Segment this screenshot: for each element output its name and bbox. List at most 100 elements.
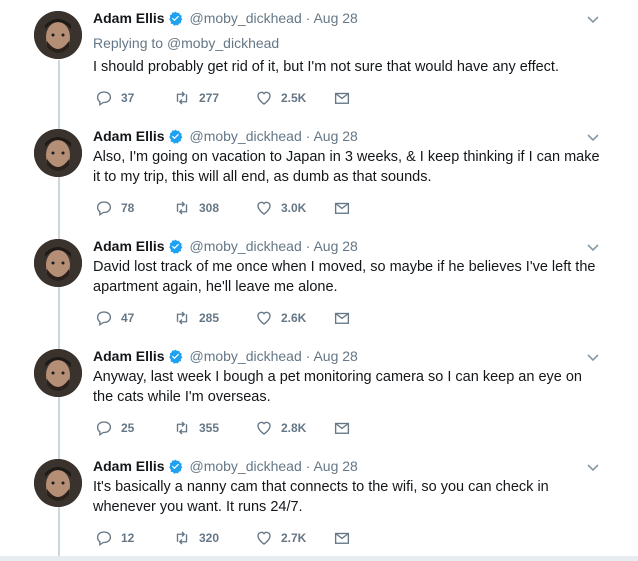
author-handle[interactable]: @moby_dickhead: [189, 128, 301, 144]
tweet-header: Adam Ellis @moby_dickhead · Aug 28: [93, 347, 358, 365]
tweet-timestamp[interactable]: Aug 28: [313, 10, 357, 26]
tweet-actions: 47 285 2.6K: [95, 309, 365, 327]
tweet-timestamp[interactable]: Aug 28: [313, 128, 357, 144]
avatar[interactable]: [34, 459, 82, 507]
author-handle[interactable]: @moby_dickhead: [189, 238, 301, 254]
retweet-count: 277: [199, 91, 220, 105]
reply-count: 78: [121, 201, 135, 215]
reply-button[interactable]: 37: [95, 89, 134, 107]
separator: ·: [305, 10, 311, 26]
tweet[interactable]: Adam Ellis @moby_dickhead · Aug 28 Reply…: [0, 0, 638, 110]
avatar[interactable]: [34, 239, 82, 287]
chevron-down-icon[interactable]: [585, 459, 601, 475]
retweet-button[interactable]: 308: [173, 199, 219, 217]
replying-to-handle[interactable]: @moby_dickhead: [167, 35, 279, 51]
like-button[interactable]: 3.0K: [255, 199, 306, 217]
like-count: 2.8K: [281, 421, 307, 435]
reply-button[interactable]: 25: [95, 419, 134, 437]
retweet-button[interactable]: 285: [173, 309, 219, 327]
tweet-header: Adam Ellis @moby_dickhead · Aug 28: [93, 457, 358, 475]
heart-icon: [257, 91, 271, 105]
tweet[interactable]: Adam Ellis @moby_dickhead · Aug 28 Anywa…: [0, 338, 638, 448]
like-count: 2.5K: [281, 91, 307, 105]
separator: ·: [305, 458, 311, 474]
tweet-actions: 37 277 2.5K: [95, 89, 365, 107]
separator: ·: [305, 128, 311, 144]
verified-badge-icon: [168, 349, 182, 364]
chevron-down-icon[interactable]: [585, 239, 601, 255]
retweet-count: 308: [199, 201, 220, 215]
tweet-text: David lost track of me once when I moved…: [93, 259, 596, 295]
reply-button[interactable]: 47: [95, 309, 134, 327]
like-button[interactable]: 2.5K: [255, 89, 306, 107]
retweet-icon: [176, 311, 188, 325]
direct-message-button[interactable]: [333, 309, 351, 327]
author-name[interactable]: Adam Ellis: [93, 10, 165, 26]
avatar[interactable]: [34, 349, 82, 397]
tweet-actions: 25 355 2.8K: [95, 419, 365, 437]
reply-button[interactable]: 78: [95, 199, 134, 217]
tweet-text: It's basically a nanny cam that connects…: [93, 479, 549, 515]
like-button[interactable]: 2.6K: [255, 309, 306, 327]
like-count: 3.0K: [281, 201, 307, 215]
like-count: 2.6K: [281, 311, 307, 325]
tweet-actions: 12 320 2.7K: [95, 529, 365, 547]
retweet-icon: [176, 421, 188, 435]
envelope-icon: [334, 422, 350, 434]
tweet-timestamp[interactable]: Aug 28: [313, 348, 357, 364]
retweet-button[interactable]: 320: [173, 529, 219, 547]
tweet[interactable]: Adam Ellis @moby_dickhead · Aug 28 David…: [0, 228, 638, 338]
tweet-timestamp[interactable]: Aug 28: [313, 238, 357, 254]
separator: ·: [305, 238, 311, 254]
tweet-timestamp[interactable]: Aug 28: [313, 458, 357, 474]
verified-badge-icon: [168, 129, 182, 144]
tweet-actions: 78 308 3.0K: [95, 199, 365, 217]
author-name[interactable]: Adam Ellis: [93, 348, 165, 364]
separator: ·: [305, 348, 311, 364]
direct-message-button[interactable]: [333, 199, 351, 217]
envelope-icon: [334, 92, 350, 104]
reply-icon: [96, 531, 112, 547]
verified-badge-icon: [168, 239, 182, 254]
direct-message-button[interactable]: [333, 529, 351, 547]
chevron-down-icon[interactable]: [585, 349, 601, 365]
like-count: 2.7K: [281, 531, 307, 545]
author-name[interactable]: Adam Ellis: [93, 238, 165, 254]
envelope-icon: [334, 202, 350, 214]
reply-icon: [96, 201, 112, 217]
like-button[interactable]: 2.8K: [255, 419, 306, 437]
author-name[interactable]: Adam Ellis: [93, 128, 165, 144]
reply-icon: [96, 311, 112, 327]
direct-message-button[interactable]: [333, 419, 351, 437]
reply-count: 47: [121, 311, 135, 325]
tweet-text: I should probably get rid of it, but I'm…: [93, 59, 559, 75]
heart-icon: [257, 421, 271, 435]
like-button[interactable]: 2.7K: [255, 529, 306, 547]
retweet-icon: [176, 91, 188, 105]
retweet-button[interactable]: 355: [173, 419, 219, 437]
reply-button[interactable]: 12: [95, 529, 134, 547]
retweet-button[interactable]: 277: [173, 89, 219, 107]
tweet-text: Anyway, last week I bough a pet monitori…: [93, 369, 582, 405]
avatar[interactable]: [34, 129, 82, 177]
chevron-down-icon[interactable]: [585, 11, 601, 27]
retweet-count: 285: [199, 311, 220, 325]
author-name[interactable]: Adam Ellis: [93, 458, 165, 474]
author-handle[interactable]: @moby_dickhead: [189, 458, 301, 474]
reply-count: 25: [121, 421, 135, 435]
author-handle[interactable]: @moby_dickhead: [189, 348, 301, 364]
direct-message-button[interactable]: [333, 89, 351, 107]
tweet[interactable]: Adam Ellis @moby_dickhead · Aug 28 Also,…: [0, 118, 638, 228]
tweet[interactable]: Adam Ellis @moby_dickhead · Aug 28 It's …: [0, 448, 638, 558]
heart-icon: [257, 531, 271, 545]
author-handle[interactable]: @moby_dickhead: [189, 10, 301, 26]
tweet-header: Adam Ellis @moby_dickhead · Aug 28: [93, 127, 358, 145]
avatar[interactable]: [34, 11, 82, 59]
chevron-down-icon[interactable]: [585, 129, 601, 145]
reply-icon: [96, 421, 112, 437]
envelope-icon: [334, 532, 350, 544]
timeline-bottom-divider: [0, 556, 638, 561]
retweet-count: 355: [199, 421, 220, 435]
replying-to-label: Replying to: [93, 35, 164, 51]
replying-to: Replying to @moby_dickhead: [93, 34, 279, 52]
